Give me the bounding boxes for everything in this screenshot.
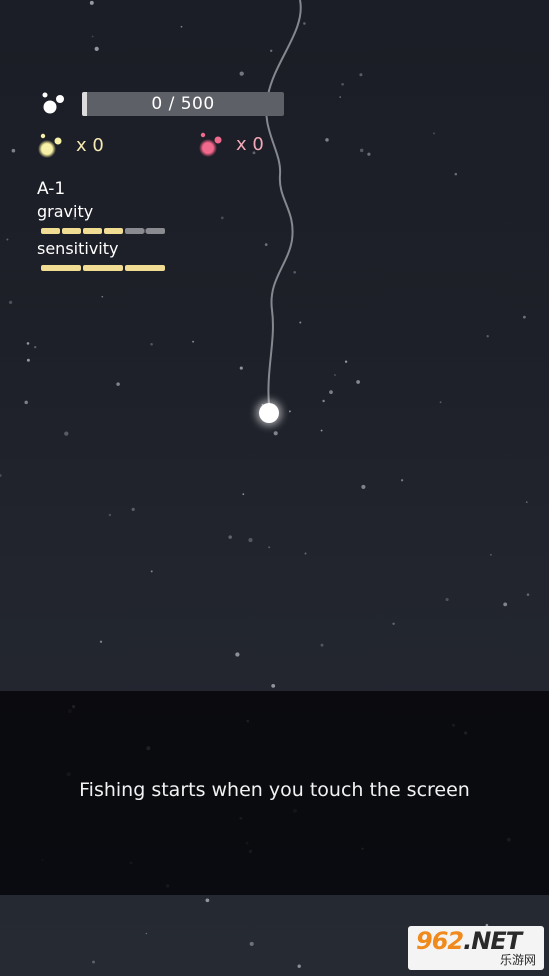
white-orbs-icon xyxy=(42,92,64,114)
gravity-label: gravity xyxy=(37,202,94,221)
gravity-meter xyxy=(41,228,167,234)
watermark-subtitle: 乐游网 xyxy=(499,953,536,967)
pink-orbs-icon xyxy=(199,132,222,157)
pink-count-label: x 0 xyxy=(236,133,264,155)
meter-segment xyxy=(104,228,123,234)
sensitivity-label: sensitivity xyxy=(37,239,119,258)
start-prompt-text: Fishing starts when you touch the screen xyxy=(79,779,470,801)
hook-orb xyxy=(259,403,279,423)
meter-segment xyxy=(41,265,81,271)
meter-segment xyxy=(83,228,102,234)
sensitivity-meter xyxy=(41,265,167,271)
pink-orb-counter: x 0 xyxy=(196,129,264,159)
meter-segment xyxy=(41,228,60,234)
stage-name: A-1 xyxy=(37,179,66,199)
catch-progress-bar: 0 / 500 xyxy=(82,92,284,116)
yellow-orb-counter: x 0 xyxy=(36,130,104,160)
meter-segment xyxy=(125,265,165,271)
start-prompt-overlay[interactable]: Fishing starts when you touch the screen xyxy=(0,691,549,895)
meter-segment xyxy=(62,228,81,234)
meter-segment xyxy=(146,228,165,234)
yellow-count-label: x 0 xyxy=(76,134,104,156)
meter-segment xyxy=(125,228,144,234)
progress-text: 0 / 500 xyxy=(151,94,215,114)
site-watermark: 962.NET 乐游网 xyxy=(408,926,544,970)
yellow-orbs-icon xyxy=(38,133,62,158)
meter-segment xyxy=(83,265,123,271)
